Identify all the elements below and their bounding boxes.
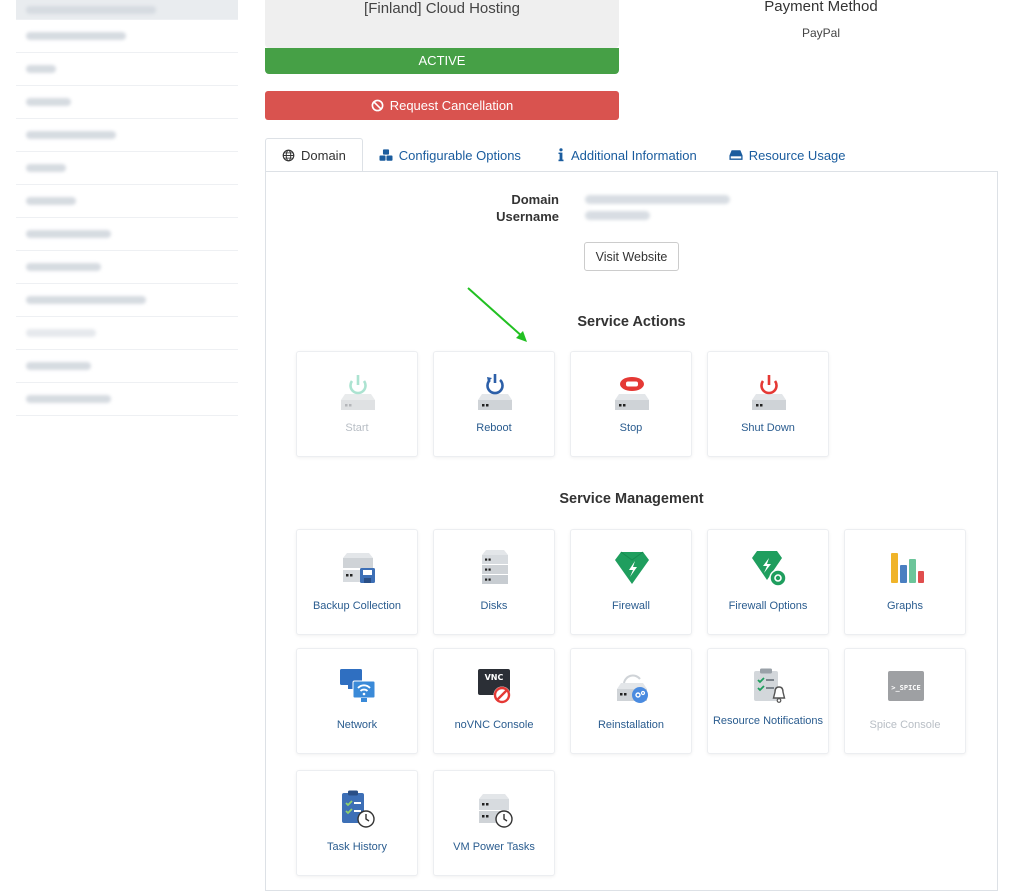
- card-label: Backup Collection: [312, 600, 402, 612]
- server-shutdown-icon: [752, 375, 786, 410]
- resource-notifications-card[interactable]: Resource Notifications: [707, 648, 829, 754]
- tab-resource-usage[interactable]: Resource Usage: [713, 138, 862, 172]
- vm-power-tasks-card[interactable]: VM Power Tasks: [433, 770, 555, 876]
- disks-icon: [482, 550, 508, 584]
- firewall-card[interactable]: Firewall: [570, 529, 692, 635]
- task-history-card[interactable]: Task History: [296, 770, 418, 876]
- sidebar-item[interactable]: [16, 20, 238, 53]
- spice-console-icon: >_SPICE: [888, 671, 924, 701]
- sidebar-item[interactable]: [16, 119, 238, 152]
- tab-label: Additional Information: [570, 147, 697, 163]
- visit-website-button[interactable]: Visit Website: [584, 242, 679, 271]
- reboot-action-card[interactable]: Reboot: [433, 351, 555, 457]
- sidebar-item[interactable]: [16, 383, 238, 416]
- server-power-icon: [341, 375, 375, 410]
- firewall-icon: [615, 551, 649, 584]
- reinstall-icon: [617, 674, 648, 703]
- globe-icon: [282, 149, 295, 161]
- vnc-text: VNC: [485, 673, 504, 682]
- card-label: Shut Down: [741, 422, 795, 434]
- tab-configurable-options[interactable]: Configurable Options: [363, 138, 537, 172]
- request-cancellation-button[interactable]: Request Cancellation: [265, 91, 619, 120]
- server-stop-icon: [615, 377, 649, 410]
- card-label: Disks: [480, 600, 508, 612]
- firewall-options-card[interactable]: Firewall Options: [707, 529, 829, 635]
- tabs: Domain Configurable Options Additional I…: [265, 138, 862, 172]
- server-reboot-icon: [478, 374, 512, 410]
- sidebar-item[interactable]: [16, 218, 238, 251]
- card-label: Firewall: [612, 600, 650, 612]
- card-label: Firewall Options: [728, 600, 808, 612]
- graphs-icon: [891, 553, 924, 583]
- sidebar-item[interactable]: [16, 284, 238, 317]
- backup-collection-card[interactable]: Backup Collection: [296, 529, 418, 635]
- novnc-console-card[interactable]: VNC noVNC Console: [433, 648, 555, 754]
- card-label: Spice Console: [869, 719, 941, 731]
- stop-action-card[interactable]: Stop: [570, 351, 692, 457]
- task-history-icon: [342, 790, 375, 828]
- sidebar-item[interactable]: [16, 317, 238, 350]
- sidebar: [16, 0, 238, 416]
- start-action-card[interactable]: Start: [296, 351, 418, 457]
- payment-method-value: PayPal: [801, 26, 841, 40]
- payment-method-title: Payment Method: [764, 0, 878, 15]
- sidebar-item[interactable]: [16, 86, 238, 119]
- firewall-options-icon: [752, 551, 787, 587]
- service-actions-title: Service Actions: [577, 314, 686, 330]
- tab-domain[interactable]: Domain: [265, 138, 363, 172]
- hdd-icon: [729, 150, 743, 160]
- vm-power-tasks-icon: [479, 794, 513, 828]
- sidebar-item[interactable]: [16, 53, 238, 86]
- sidebar-item[interactable]: [16, 152, 238, 185]
- product-box: [Finland] Cloud Hosting: [265, 0, 619, 48]
- card-label: Reinstallation: [597, 719, 665, 731]
- reinstallation-card[interactable]: Reinstallation: [570, 648, 692, 754]
- status-badge: ACTIVE: [265, 48, 619, 74]
- username-value-redacted: [585, 211, 650, 220]
- sidebar-item[interactable]: [16, 251, 238, 284]
- info-icon: [558, 148, 564, 162]
- username-label: Username: [496, 209, 559, 224]
- card-label: Network: [336, 719, 378, 731]
- network-card[interactable]: Network: [296, 648, 418, 754]
- cubes-icon: [379, 148, 393, 161]
- card-label: Resource Notifications: [712, 715, 824, 727]
- tab-label: Resource Usage: [748, 147, 846, 163]
- vnc-console-icon: VNC: [478, 669, 511, 704]
- domain-label: Domain: [511, 192, 559, 207]
- shut-down-action-card[interactable]: Shut Down: [707, 351, 829, 457]
- card-label: Stop: [619, 422, 643, 434]
- graphs-card[interactable]: Graphs: [844, 529, 966, 635]
- domain-value-redacted: [585, 195, 730, 204]
- card-label: VM Power Tasks: [453, 841, 535, 853]
- ban-icon: [371, 99, 384, 112]
- spice-text: >_SPICE: [891, 684, 921, 692]
- backup-icon: [343, 553, 375, 583]
- product-name: [Finland] Cloud Hosting: [364, 0, 520, 17]
- resource-notifications-icon: [754, 668, 786, 703]
- sidebar-item[interactable]: [16, 0, 238, 20]
- card-label: Graphs: [886, 600, 924, 612]
- service-management-title: Service Management: [559, 491, 704, 507]
- sidebar-item[interactable]: [16, 185, 238, 218]
- request-cancellation-label: Request Cancellation: [389, 98, 514, 113]
- tab-additional-information[interactable]: Additional Information: [537, 138, 713, 172]
- spice-console-card[interactable]: >_SPICE Spice Console: [844, 648, 966, 754]
- network-icon: [340, 669, 376, 702]
- card-label: Reboot: [476, 422, 512, 434]
- card-label: noVNC Console: [454, 719, 534, 731]
- card-label: Start: [345, 422, 369, 434]
- disks-card[interactable]: Disks: [433, 529, 555, 635]
- sidebar-item[interactable]: [16, 350, 238, 383]
- tab-label: Configurable Options: [398, 147, 521, 163]
- card-label: Task History: [327, 841, 387, 853]
- tab-label: Domain: [301, 147, 346, 163]
